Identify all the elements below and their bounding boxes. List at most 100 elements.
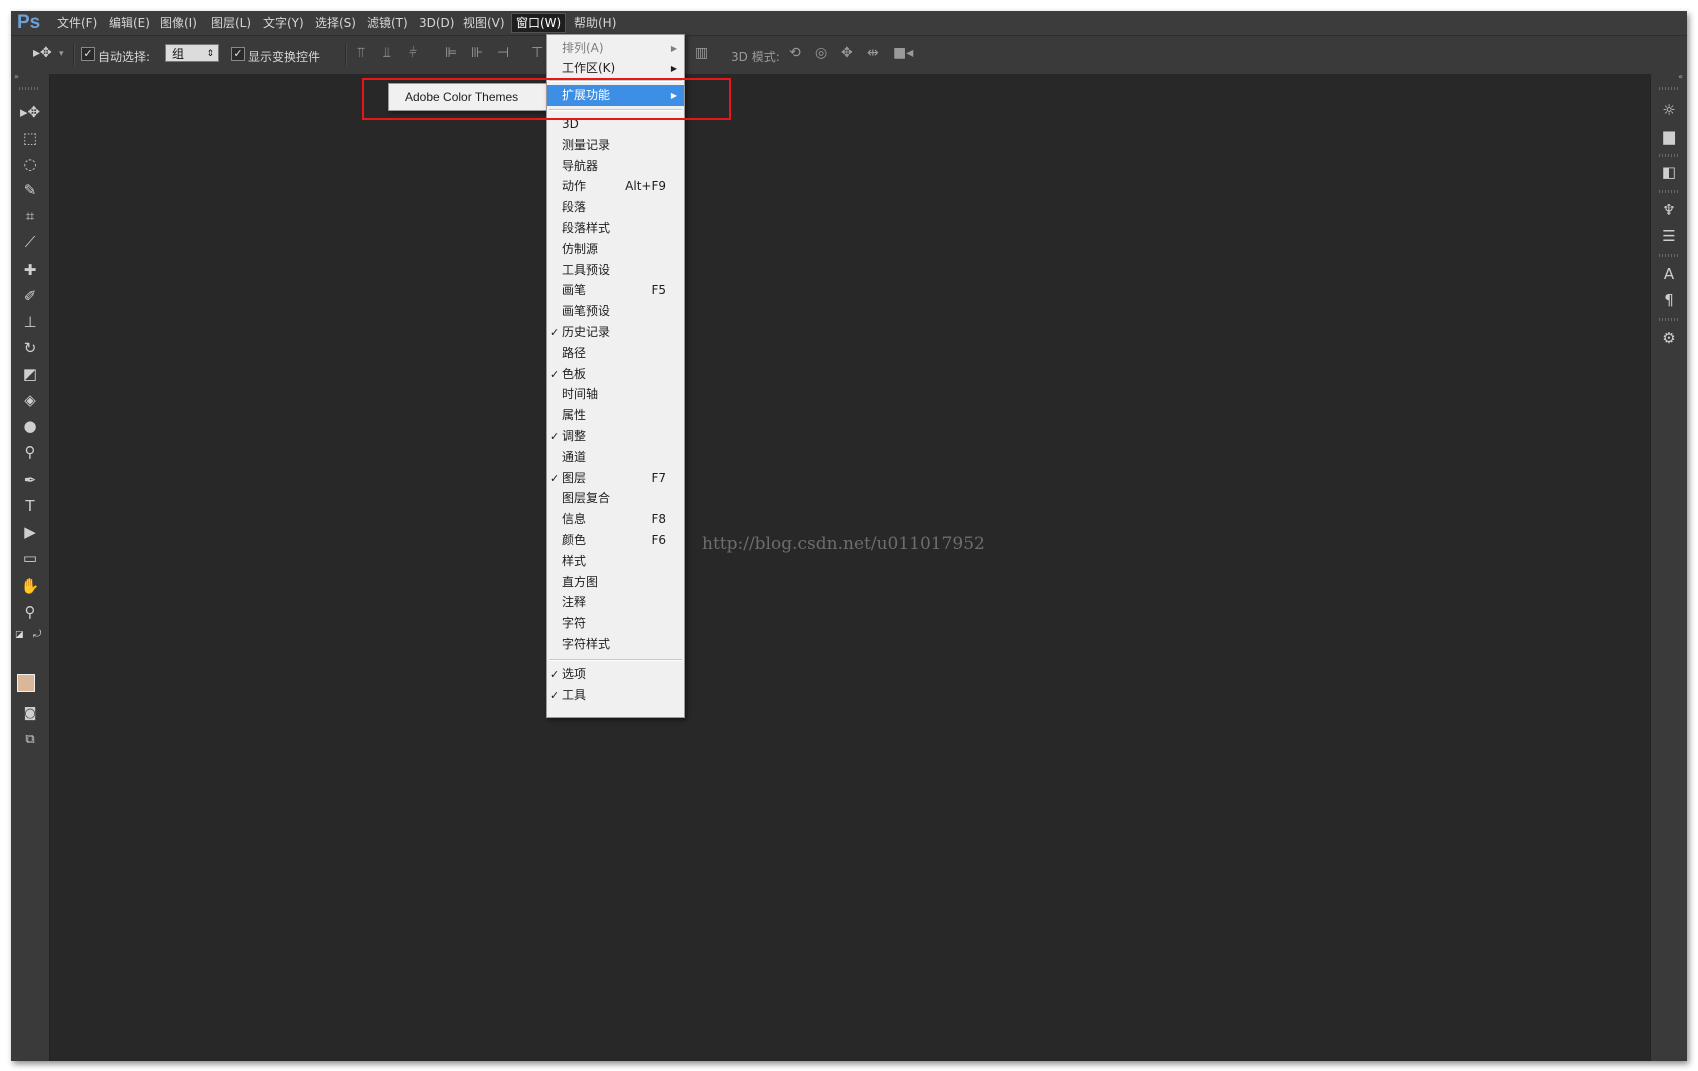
path-select-icon[interactable]: ▶ [18,522,42,542]
slide-3d-icon[interactable]: ⇹ [867,45,879,61]
menu-window[interactable]: 窗口(W) [511,13,567,33]
menu-view[interactable]: 视图(V) [459,14,509,32]
panel-grip[interactable] [1659,254,1679,257]
marquee-icon[interactable]: ⬚ [18,128,42,148]
roll-3d-icon[interactable]: ◎ [815,45,827,61]
expand-icon[interactable]: « [1678,72,1683,81]
menu-item[interactable]: 直方图 [547,572,684,593]
auto-select-dropdown[interactable]: 组 ⇕ [165,44,219,62]
zoom-icon[interactable]: ⚲ [18,602,42,622]
menu-item[interactable]: 动作 Alt+F9 [547,176,684,197]
panel-grip[interactable] [1659,154,1679,157]
distribute-icon[interactable]: ▥ [695,45,708,61]
layers-icon[interactable]: ◧ [1657,162,1681,182]
quick-mask-icon[interactable]: ◙ [18,704,42,724]
menu-item[interactable]: 仿制源 [547,239,684,260]
align-top-icon[interactable]: ⫪ [357,45,365,61]
auto-select-checkbox[interactable]: ✓ [81,47,95,61]
show-transform-checkbox[interactable]: ✓ [231,47,245,61]
move-icon[interactable]: ▸✥ [18,102,42,122]
orbit-3d-icon[interactable]: ⟲ [789,45,801,61]
menu-item[interactable]: 字符 [547,613,684,634]
menu-select[interactable]: 选择(S) [311,14,360,32]
menu-item[interactable]: 路径 [547,343,684,364]
dodge-icon[interactable]: ⚲ [18,442,42,462]
chevron-down-icon[interactable]: ▾ [59,49,64,59]
pan-3d-icon[interactable]: ✥ [841,45,853,61]
menu-item[interactable]: 信息 F8 [547,509,684,530]
screen-mode-icon[interactable]: ⧉ [18,730,42,750]
hand-icon[interactable]: ✋ [18,576,42,596]
lasso-icon[interactable]: ◌ [18,154,42,174]
collapse-icon[interactable]: » [14,72,19,81]
pen-icon[interactable]: ✒ [18,470,42,490]
menu-item[interactable]: 颜色 F6 [547,530,684,551]
menu-item[interactable]: 画笔 F5 [547,280,684,301]
sun-icon[interactable]: ☼ [1657,100,1681,120]
sliders-icon[interactable]: ☰ [1657,226,1681,246]
menu-item[interactable]: 排列(A) ▶ [547,38,684,59]
align-left-icon[interactable]: ⊫ [445,45,457,61]
foreground-color-swatch[interactable] [17,674,35,692]
distribute-icon[interactable]: ⊤ [531,45,543,61]
character-icon[interactable]: A [1657,264,1681,284]
menu-item[interactable]: 工作区(K) ▶ [547,58,684,79]
menu-type[interactable]: 文字(Y) [259,14,308,32]
menu-item[interactable]: 导航器 [547,156,684,177]
histogram-icon[interactable]: ▆ [1657,126,1681,146]
menu-help[interactable]: 帮助(H) [570,14,620,32]
panel-grip[interactable] [1659,318,1679,321]
type-icon[interactable]: T [18,496,42,516]
align-vcenter-icon[interactable]: ⫫ [383,45,391,61]
menu-item[interactable]: 测量记录 [547,135,684,156]
menu-edit[interactable]: 编辑(E) [105,14,154,32]
panel-grip[interactable] [1659,190,1679,193]
menu-filter[interactable]: 滤镜(T) [363,14,412,32]
menu-item[interactable]: 样式 [547,551,684,572]
menu-item[interactable]: 工具预设 [547,260,684,281]
camera-3d-icon[interactable]: ■◂ [893,45,913,61]
menu-image[interactable]: 图像(I) [156,14,201,32]
panel-grip[interactable] [19,87,39,90]
menu-item[interactable]: ✓ 调整 [547,426,684,447]
menu-item[interactable]: 注释 [547,592,684,613]
menu-item[interactable]: 段落 [547,197,684,218]
menu-item[interactable]: 属性 [547,405,684,426]
menu-item[interactable]: 段落样式 [547,218,684,239]
settings-icon[interactable]: ⚙ [1657,328,1681,348]
move-tool-preset-icon[interactable]: ▸✥ [33,45,52,61]
swap-colors-icon[interactable]: ⤾ [33,629,41,640]
paragraph-icon[interactable]: ¶ [1657,290,1681,310]
eraser-icon[interactable]: ◩ [18,364,42,384]
menu-item[interactable]: ✓ 选项 [547,664,684,685]
align-right-icon[interactable]: ⊣ [497,45,509,61]
menu-item[interactable]: ✓ 历史记录 [547,322,684,343]
menu-item[interactable]: ✓ 工具 [547,685,684,706]
adjust-icon[interactable]: ♆ [1657,200,1681,220]
healing-brush-icon[interactable]: ✚ [18,260,42,280]
menu-layer[interactable]: 图层(L) [207,14,255,32]
brush-icon[interactable]: ✐ [18,286,42,306]
menu-file[interactable]: 文件(F) [53,14,101,32]
menu-item[interactable]: 图层复合 [547,488,684,509]
menu-item[interactable]: 通道 [547,447,684,468]
eyedropper-icon[interactable]: ⟋ [18,232,42,252]
clone-stamp-icon[interactable]: ⊥ [18,312,42,332]
menu-item[interactable]: 时间轴 [547,384,684,405]
panel-grip[interactable] [1659,87,1679,90]
history-brush-icon[interactable]: ↻ [18,338,42,358]
menu-item[interactable]: 字符样式 [547,634,684,655]
quick-select-icon[interactable]: ✎ [18,180,42,200]
blur-icon[interactable]: ● [18,416,42,436]
paint-bucket-icon[interactable]: ◈ [18,390,42,410]
align-hcenter-icon[interactable]: ⊪ [471,45,483,61]
menu-3d[interactable]: 3D(D) [415,14,458,32]
menu-item[interactable]: ✓ 图层 F7 [547,468,684,489]
canvas-area[interactable] [49,74,1663,1061]
menu-item[interactable]: ✓ 色板 [547,364,684,385]
menu-item[interactable]: 画笔预设 [547,301,684,322]
crop-icon[interactable]: ⌗ [18,206,42,226]
default-colors-icon[interactable]: ◪ [15,630,24,640]
shape-icon[interactable]: ▭ [18,548,42,568]
align-bottom-icon[interactable]: ⫩ [409,45,417,61]
